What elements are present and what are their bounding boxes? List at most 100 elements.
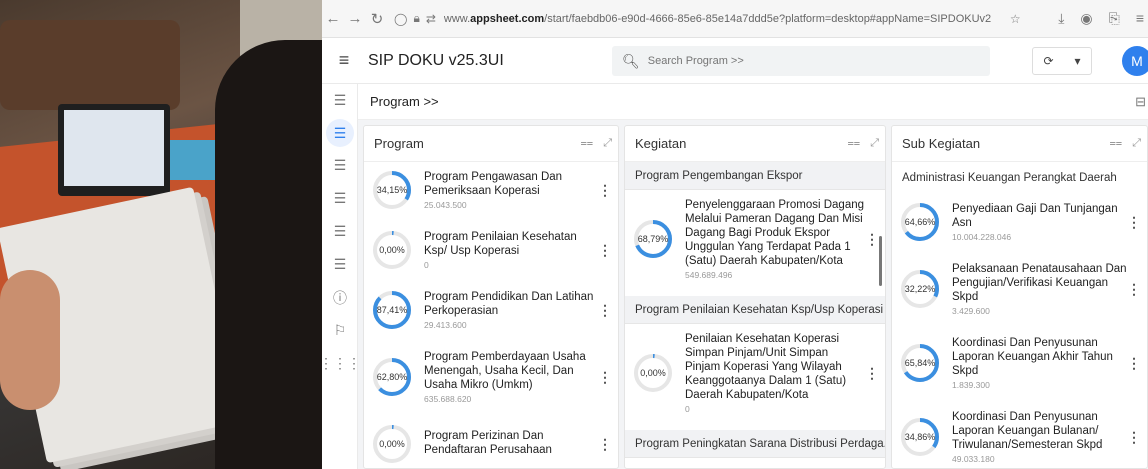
panel-title: Kegiatan [625, 126, 885, 162]
progress-percent: 0,00% [379, 245, 405, 255]
breadcrumb: Program >> ⊟ [358, 84, 1148, 120]
filter-icon[interactable]: ⩵ [581, 137, 594, 150]
browser-menu-icon[interactable]: ≡ [1136, 10, 1144, 27]
list-item-title: Program Pendidikan Dan Latihan Perkopera… [424, 291, 594, 317]
progress-ring: 0,00% [633, 353, 673, 393]
view-toggle-icon[interactable]: ⊟ [1135, 94, 1146, 110]
account-icon[interactable]: ◉ [1080, 10, 1092, 27]
progress-ring: 65,84% [900, 343, 940, 383]
dashboard-content: Program ⩵ ⤢ 34,15% Program Pengawasan Dan … [358, 120, 1148, 469]
bookmark-star-icon[interactable]: ☆ [1010, 12, 1021, 26]
group-header[interactable]: Program Penilaian Kesehatan Ksp/Usp Kope… [625, 296, 885, 324]
list-item[interactable]: 62,80% Program Pemberdayaan Usaha Menenga… [364, 344, 618, 410]
list-item[interactable]: 0,00% Program Penilaian Kesehatan Ksp/ Us… [364, 224, 618, 276]
reload-icon[interactable]: ↻ [366, 10, 388, 28]
expand-icon[interactable]: ⤢ [1132, 137, 1141, 150]
more-options-icon[interactable]: ⋮ [1127, 355, 1141, 372]
apps-grid-icon[interactable]: ⋮⋮⋮ [322, 347, 361, 380]
left-nav-rail: ☰ ☰ ☰ ☰ ☰ ☰ ⓘ ⚐ ⋮⋮⋮ [322, 84, 361, 469]
list-item-title: Program Penilaian Kesehatan Ksp/ Usp Kop… [424, 231, 577, 257]
photo-person [215, 40, 322, 469]
lock-icon: 🔒︎ [413, 11, 420, 25]
search-bar[interactable]: 🔍︎ [612, 46, 990, 76]
scrollbar[interactable] [879, 236, 882, 286]
list-item[interactable]: 34,86% Koordinasi Dan Penyusunan Laporan … [892, 404, 1147, 468]
list-item[interactable]: 87,41% Program Pendidikan Dan Latihan Per… [364, 284, 618, 336]
progress-ring: 0,00% [372, 230, 412, 270]
list-item[interactable]: 65,84% Koordinasi Dan Penyusunan Laporan … [892, 330, 1147, 396]
more-options-icon[interactable]: ⋮ [598, 182, 612, 199]
nav-list-icon[interactable]: ☰ [322, 215, 358, 248]
progress-ring: 64,66% [900, 202, 940, 242]
list-item-body: Penyediaan Gaji Dan Tunjangan Asn 10.004.… [952, 202, 1127, 242]
list-item-body: Pelaksanaan Penatausahaan Dan Pengujian/… [952, 262, 1127, 316]
chevron-down-icon[interactable]: ▾ [1074, 54, 1080, 68]
group-header[interactable]: Program Pengembangan Ekspor [625, 162, 885, 190]
nav-list-icon[interactable]: ☰ [322, 182, 358, 215]
more-options-icon[interactable]: ⋮ [598, 436, 612, 453]
list-item-amount: 635.688.620 [424, 394, 472, 404]
extensions-icon[interactable]: ⎘ [1109, 10, 1120, 27]
list-item-amount: 549.689.496 [685, 270, 733, 280]
shield-icon: ◯ [394, 11, 408, 26]
list-item-body: Program Pemberdayaan Usaha Menengah, Usa… [424, 350, 598, 404]
sync-icon: ⟳ [1043, 54, 1054, 68]
program-panel: Program ⩵ ⤢ 34,15% Program Pengawasan Dan … [363, 125, 619, 469]
hamburger-menu-icon[interactable]: ≡ [326, 50, 362, 71]
list-item-title: Penyelenggaraan Promosi Dagang Melalui P… [685, 199, 865, 267]
list-item-amount: 0 [424, 260, 429, 270]
search-icon: 🔍︎ [622, 52, 640, 69]
list-item-title: Program Pengawasan Dan Pemeriksaan Koper… [424, 171, 563, 197]
more-options-icon[interactable]: ⋮ [598, 369, 612, 386]
list-item-amount: 29.413.600 [424, 320, 467, 330]
sync-button[interactable]: ⟳ ▾ [1032, 47, 1092, 75]
group-header[interactable]: Program Peningkatan Sarana Distribusi Pe… [625, 430, 885, 458]
list-item-title: Koordinasi Dan Penyusunan Laporan Keuang… [952, 411, 1103, 451]
list-item[interactable]: 68,79% Penyelenggaraan Promosi Dagang Mel… [625, 190, 885, 288]
filter-icon[interactable]: ⩵ [848, 137, 861, 150]
filter-icon[interactable]: ⩵ [1110, 137, 1123, 150]
progress-percent: 65,84% [904, 358, 936, 368]
feedback-icon[interactable]: ⚐ [322, 314, 358, 347]
progress-ring: 34,15% [372, 170, 412, 210]
more-options-icon[interactable]: ⋮ [865, 365, 879, 382]
breadcrumb-label[interactable]: Program >> [370, 94, 439, 109]
back-icon[interactable]: ← [322, 10, 344, 27]
photo-hand [0, 270, 60, 410]
forward-icon[interactable]: → [344, 10, 366, 27]
list-item[interactable]: 32,22% Pelaksanaan Penatausahaan Dan Peng… [892, 256, 1147, 322]
expand-icon[interactable]: ⤢ [603, 137, 612, 150]
list-item-amount: 10.004.228.046 [952, 232, 1012, 242]
list-item[interactable]: 0,00% Penilaian Kesehatan Koperasi Simpan… [625, 324, 885, 422]
list-item-body: Penyelenggaraan Promosi Dagang Melalui P… [685, 198, 865, 280]
list-item-body: Koordinasi Dan Penyusunan Laporan Keuang… [952, 336, 1127, 390]
more-options-icon[interactable]: ⋮ [1127, 214, 1141, 231]
permissions-icon: ⇄ [425, 11, 436, 26]
list-item-title: Penyediaan Gaji Dan Tunjangan Asn [952, 203, 1118, 229]
nav-program-icon[interactable]: ☰ [326, 119, 354, 147]
progress-percent: 0,00% [640, 368, 666, 378]
nav-list-icon[interactable]: ☰ [322, 149, 358, 182]
expand-icon[interactable]: ⤢ [870, 137, 879, 150]
nav-list-icon[interactable]: ☰ [322, 248, 358, 281]
progress-percent: 87,41% [376, 305, 408, 315]
progress-ring: 68,79% [633, 219, 673, 259]
info-icon[interactable]: ⓘ [322, 281, 358, 314]
nav-list-icon[interactable]: ☰ [322, 84, 358, 117]
photo-laptop [58, 104, 170, 196]
background-photo [0, 0, 322, 469]
more-options-icon[interactable]: ⋮ [598, 302, 612, 319]
more-options-icon[interactable]: ⋮ [865, 231, 879, 248]
app-header: ≡ SIP DOKU v25.3UI 🔍︎ ⟳ ▾ M [322, 38, 1148, 84]
more-options-icon[interactable]: ⋮ [1127, 429, 1141, 446]
list-item[interactable]: 34,15% Program Pengawasan Dan Pemeriksaan… [364, 164, 618, 216]
more-options-icon[interactable]: ⋮ [1127, 281, 1141, 298]
search-input[interactable] [647, 55, 948, 67]
more-options-icon[interactable]: ⋮ [598, 242, 612, 259]
address-bar[interactable]: www.appsheet.com/start/faebdb06-e90d-466… [444, 13, 1004, 25]
kegiatan-panel: Kegiatan ⩵ ⤢ Program Pengembangan Ekspor 6… [624, 125, 886, 469]
list-item[interactable]: 0,00% Program Perizinan Dan Pendaftaran P… [364, 418, 618, 468]
list-item[interactable]: 64,66% Penyediaan Gaji Dan Tunjangan Asn 1… [892, 196, 1147, 248]
avatar[interactable]: M [1122, 46, 1148, 76]
download-icon[interactable]: ⤓ [1058, 10, 1064, 27]
